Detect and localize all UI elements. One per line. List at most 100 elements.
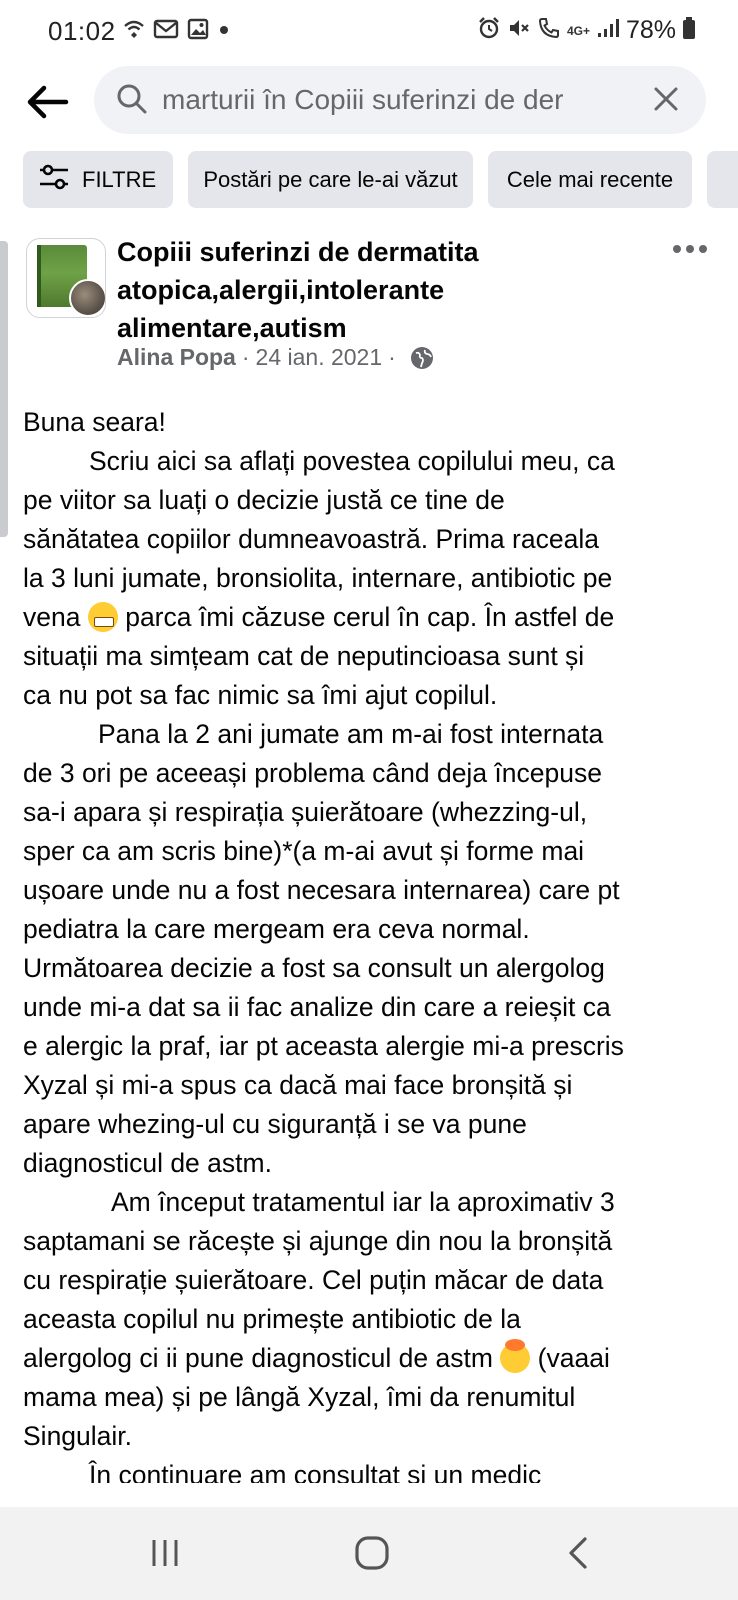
meta-separator: ·: [388, 344, 396, 370]
post-text-line: la 3 luni jumate, bronsiolita, internare…: [23, 559, 723, 598]
post-text: sper ca am scris bine)*(a m-ai avut și f…: [23, 836, 585, 866]
post-text-line: Singulair.: [23, 1417, 723, 1456]
chip-most-recent[interactable]: Cele mai recente: [488, 151, 692, 208]
status-notification-icons: [123, 18, 231, 45]
chip-seen-posts[interactable]: Postări pe care le-ai văzut: [188, 151, 473, 208]
post-text: pe viitor sa luați o decizie justă ce ti…: [23, 485, 505, 515]
post-text-line: mama mea) și pe lângă Xyzal, îmi da renu…: [23, 1378, 723, 1417]
post-header: Copiii suferinzi de dermatita atopica,al…: [0, 228, 738, 388]
post-text: aceasta copilul nu primește antibiotic d…: [23, 1304, 521, 1334]
status-system-icons: 4G+ 78%: [477, 16, 696, 45]
post-text: ca nu pot sa fac nimic sa îmi ajut copil…: [23, 680, 498, 710]
dot-icon: [217, 18, 231, 45]
post-text: mama mea) și pe lângă Xyzal, îmi da renu…: [23, 1382, 576, 1412]
globe-icon: [410, 346, 434, 370]
post-text: diagnosticul de astm.: [23, 1148, 272, 1178]
post-text: Xyzal și mi-a spus ca dacă mai face bron…: [23, 1070, 573, 1100]
clear-search-icon[interactable]: [652, 85, 680, 118]
back-button[interactable]: [22, 76, 74, 128]
group-cover-spine: [37, 245, 41, 307]
post-text: Următoarea decizie a fost sa consult un …: [23, 953, 605, 983]
home-icon: [355, 1536, 389, 1570]
post-text-line: sper ca am scris bine)*(a m-ai avut și f…: [23, 832, 723, 871]
post-text-line: sa-i apara și respirația șuierătoare (wh…: [23, 793, 723, 832]
nav-back-button[interactable]: [554, 1533, 604, 1573]
search-query[interactable]: marturii în Copiii suferinzi de der: [162, 83, 632, 117]
filter-label: FILTRE: [82, 166, 157, 192]
post-text: situații ma simțeam cat de neputincioasa…: [23, 641, 585, 671]
chip-next-partial[interactable]: [707, 151, 738, 208]
post-text: pediatra la care mergeam era ceva normal…: [23, 914, 530, 944]
post-date[interactable]: 24 ian. 2021: [256, 344, 383, 371]
search-header: marturii în Copiii suferinzi de der: [0, 66, 738, 140]
post-text: la 3 luni jumate, bronsiolita, internare…: [23, 563, 613, 593]
post-text-line: cu respirație șuierătoare. Cel puțin măc…: [23, 1261, 723, 1300]
post-text: apare whezing-ul cu siguranță i se va pu…: [23, 1109, 527, 1139]
post-text: alergolog ci ii pune diagnosticul de ast…: [23, 1343, 493, 1373]
battery-percent: 78%: [625, 16, 676, 44]
post-text: (vaaai: [530, 1343, 610, 1373]
post-text-line: Scriu aici sa aflați povestea copilului …: [23, 442, 723, 481]
post-text-line: Pana la 2 ani jumate am m-ai fost intern…: [23, 715, 723, 754]
post-text: Am început tratamentul iar la aproximati…: [111, 1187, 615, 1217]
filter-sliders-icon: [38, 164, 70, 196]
post-text-line: Buna seara!: [23, 403, 723, 442]
more-options-icon[interactable]: [672, 242, 708, 260]
post-text: vena: [23, 602, 81, 632]
home-button[interactable]: [347, 1533, 397, 1573]
post-text-line: e alergic la praf, iar pt aceasta alergi…: [23, 1027, 723, 1066]
recents-icon: [152, 1540, 178, 1566]
post-text: sa-i apara și respirația șuierătoare (wh…: [23, 797, 588, 827]
group-name[interactable]: Copiii suferinzi de dermatita atopica,al…: [117, 233, 637, 347]
post-text: Scriu aici sa aflați povestea copilului …: [89, 446, 615, 476]
post-text-line: situații ma simțeam cat de neputincioasa…: [23, 637, 723, 676]
post-text-line: apare whezing-ul cu siguranță i se va pu…: [23, 1105, 723, 1144]
post-text: saptamani se răcește și ajunge din nou l…: [23, 1226, 613, 1256]
chip-most-recent-label: Cele mai recente: [506, 166, 674, 192]
post-text-line: În continuare am consultat și un medic: [23, 1456, 723, 1483]
system-nav-bar: [0, 1507, 738, 1600]
post-text: cu respirație șuierătoare. Cel puțin măc…: [23, 1265, 604, 1295]
post-text: sănătatea copiilor dumneavoastră. Prima …: [23, 524, 599, 554]
filter-chips-row: FILTRE Postări pe care le-ai văzut Cele …: [23, 151, 738, 208]
post-text: Singulair.: [23, 1421, 133, 1451]
post-text-line: saptamani se răcește și ajunge din nou l…: [23, 1222, 723, 1261]
wifi-calling-icon: [123, 18, 145, 45]
post-text-line: ca nu pot sa fac nimic sa îmi ajut copil…: [23, 676, 723, 715]
filter-button[interactable]: FILTRE: [23, 151, 173, 208]
post-text-line: sănătatea copiilor dumneavoastră. Prima …: [23, 520, 723, 559]
battery-icon: [682, 16, 696, 45]
post-meta: Alina Popa · 24 ian. 2021 ·: [117, 344, 434, 371]
group-avatar[interactable]: [26, 238, 106, 318]
post-text: ușoare unde nu a fost necesara internare…: [23, 875, 620, 905]
search-icon: [116, 83, 148, 120]
post-text: de 3 ori pe aceeași problema când deja î…: [23, 758, 602, 788]
author-name[interactable]: Alina Popa: [117, 344, 236, 371]
back-chevron-icon: [569, 1537, 587, 1569]
signal-icon: [596, 17, 620, 44]
search-input[interactable]: marturii în Copiii suferinzi de der: [94, 66, 706, 134]
post-text: În continuare am consultat și un medic: [89, 1460, 542, 1483]
post-text-line: Am început tratamentul iar la aproximati…: [23, 1183, 723, 1222]
recents-button[interactable]: [140, 1533, 190, 1573]
call-icon: [537, 16, 561, 45]
post-text-line: alergolog ci ii pune diagnosticul de ast…: [23, 1339, 723, 1378]
gmail-icon: [153, 18, 179, 45]
post-text-line: unde mi-a dat sa ii fac analize din care…: [23, 988, 723, 1027]
post-text-line: ușoare unde nu a fost necesara internare…: [23, 871, 723, 910]
post-text-line: pediatra la care mergeam era ceva normal…: [23, 910, 723, 949]
post-text: Pana la 2 ani jumate am m-ai fost intern…: [98, 719, 604, 749]
post-text-line: Următoarea decizie a fost sa consult un …: [23, 949, 723, 988]
mute-icon: [507, 16, 531, 45]
post-text-line: vena parca îmi căzuse cerul în cap. În a…: [23, 598, 723, 637]
chip-seen-posts-label: Postări pe care le-ai văzut: [203, 166, 458, 192]
meta-separator: ·: [241, 344, 250, 370]
alarm-icon: [477, 16, 501, 45]
status-time: 01:02: [48, 16, 116, 46]
post-text: parca îmi căzuse cerul în cap. În astfel…: [117, 602, 615, 632]
post-text: e alergic la praf, iar pt aceasta alergi…: [23, 1031, 624, 1061]
post-text: Buna seara!: [23, 407, 166, 437]
gallery-icon: [187, 18, 209, 45]
post-text-line: Xyzal și mi-a spus ca dacă mai face bron…: [23, 1066, 723, 1105]
post-body: Buna seara! Scriu aici sa aflați poveste…: [23, 403, 723, 1483]
